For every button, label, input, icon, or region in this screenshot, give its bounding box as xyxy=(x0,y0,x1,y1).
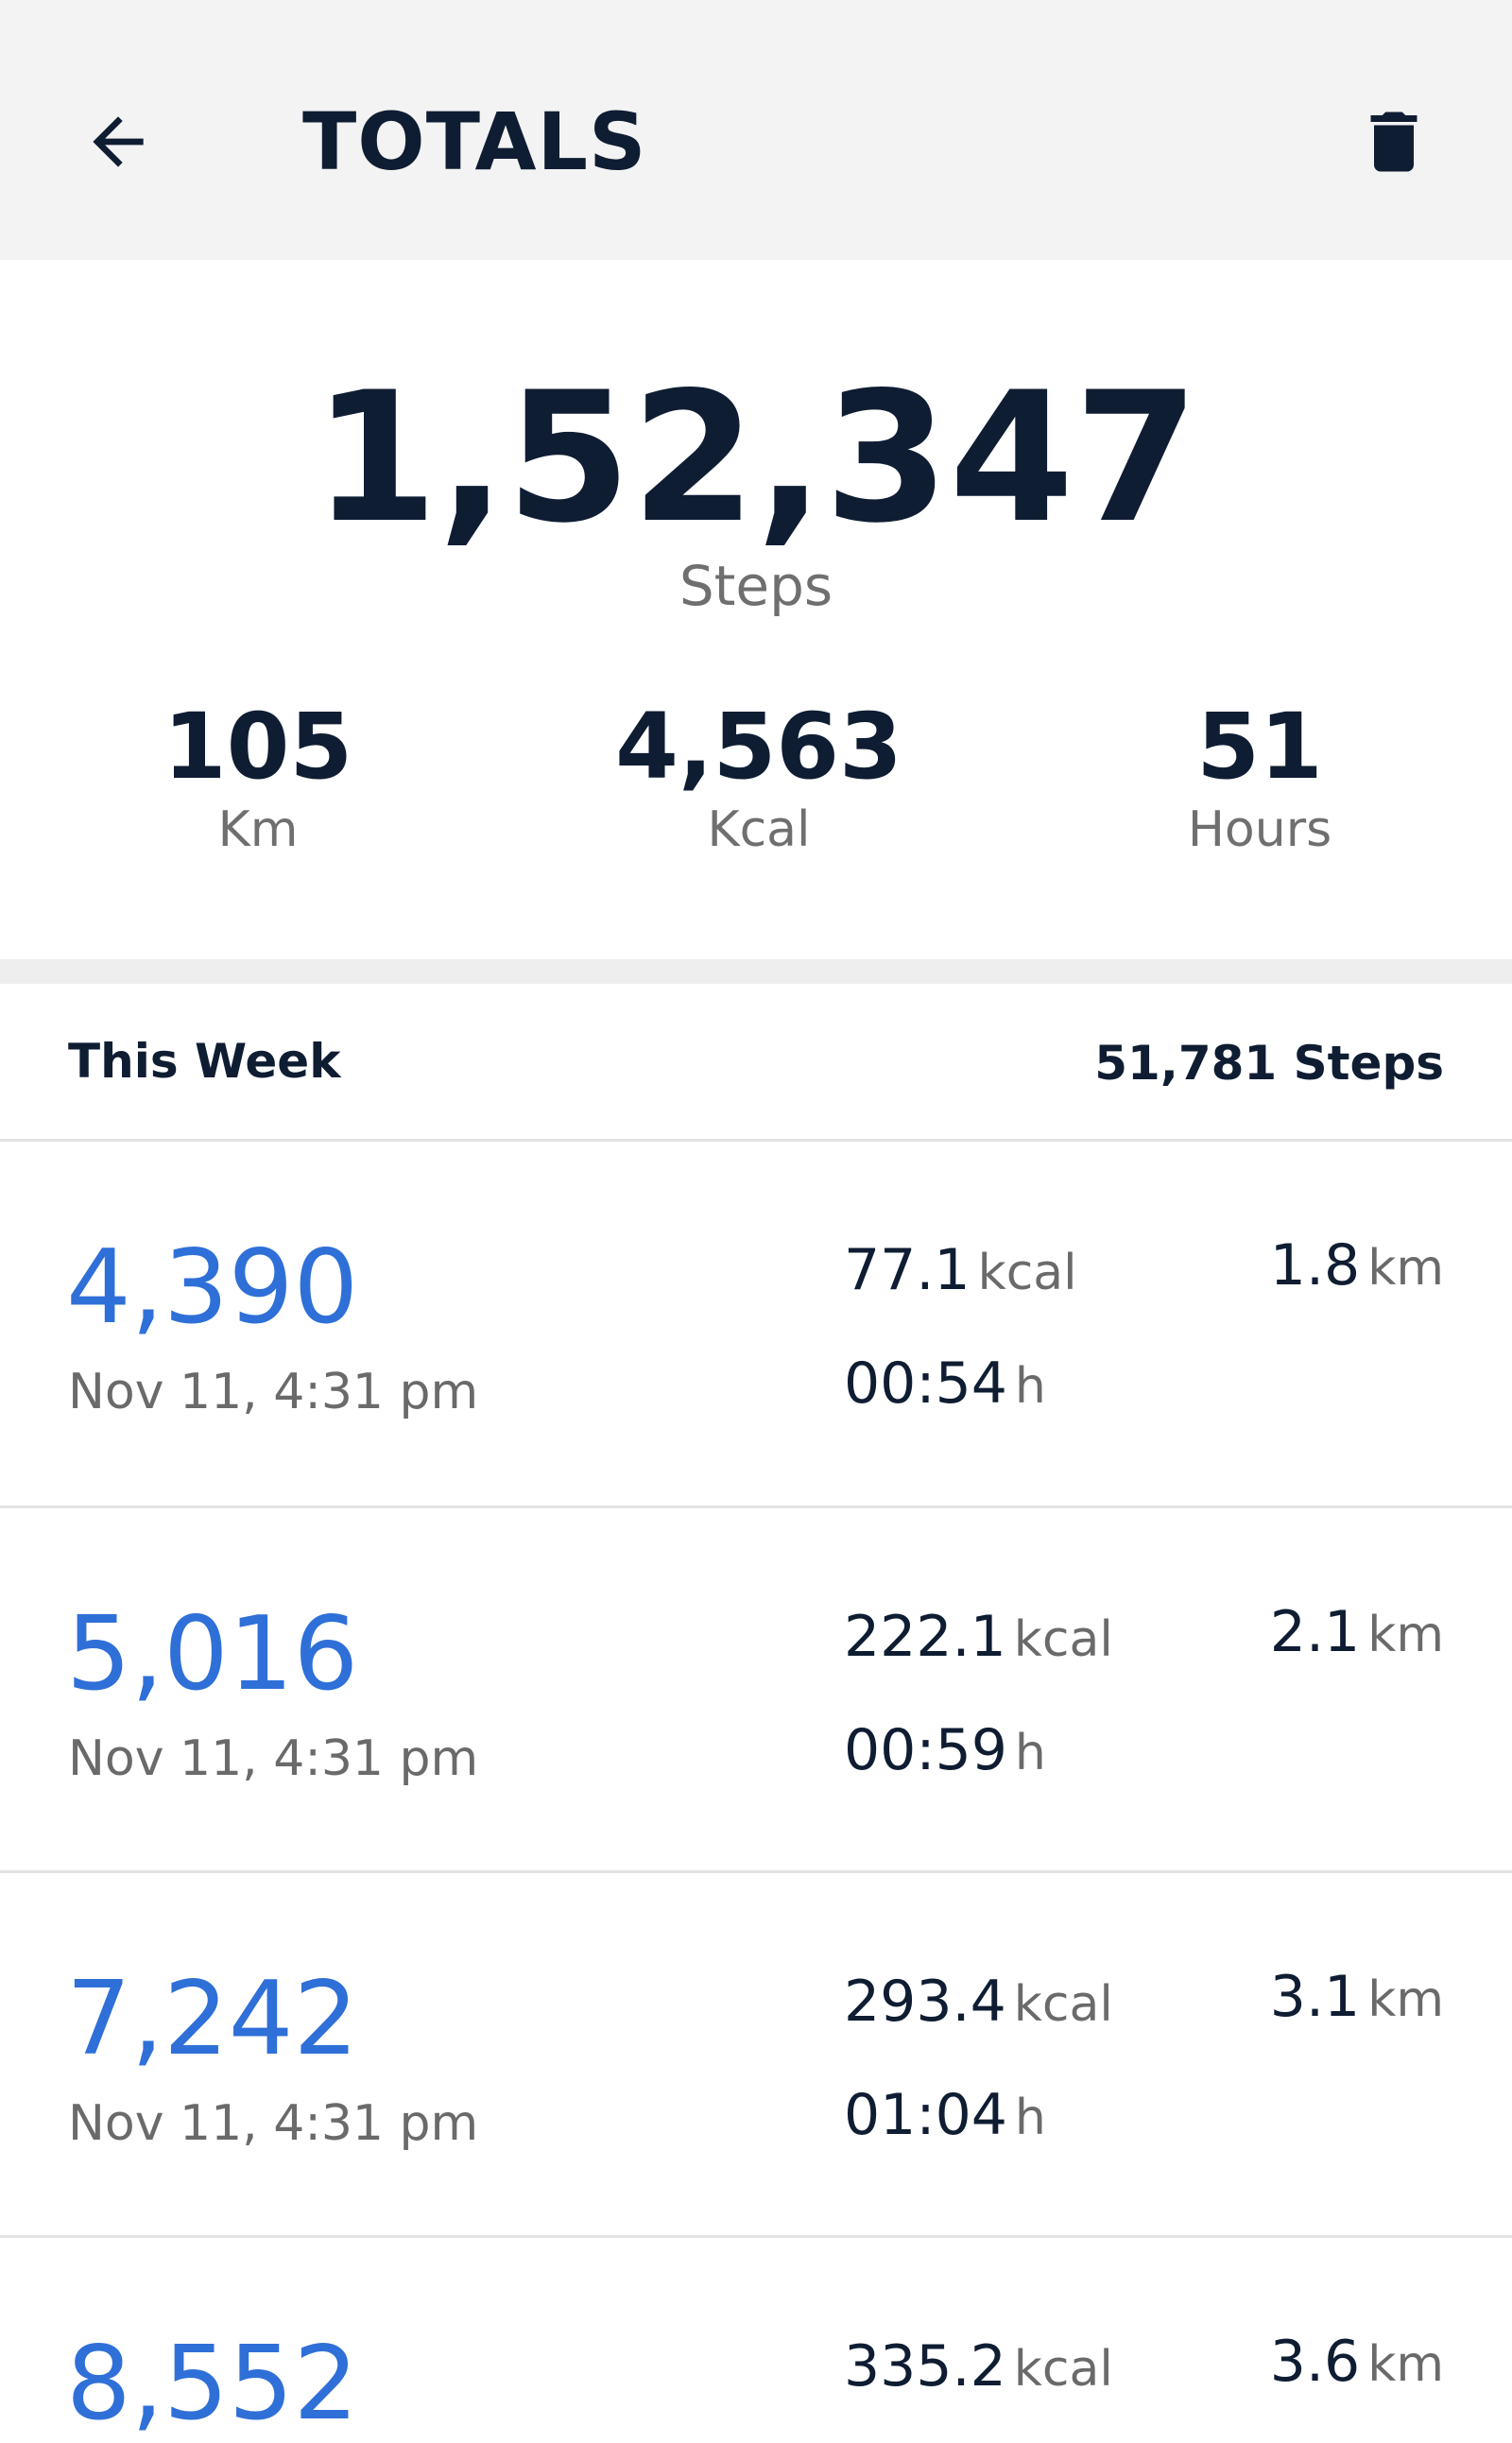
entry-date: Nov 11, 4:31 pm xyxy=(68,1730,479,1787)
entry-kcal: 335.2 kcal xyxy=(844,2332,1113,2403)
list-item[interactable]: 4,390 Nov 11, 4:31 pm 77.1 kcal 00:54 h 1.… xyxy=(0,1142,1512,1505)
entry-steps: 8,552 xyxy=(66,2325,359,2443)
app-bar: TOTALS xyxy=(0,0,1512,260)
entry-kcal-unit: kcal xyxy=(977,1245,1077,1301)
entry-time: 00:54 h xyxy=(844,1350,1046,1420)
stat-unit: Kcal xyxy=(707,801,811,858)
entry-time-value: 01:04 xyxy=(844,2082,1007,2148)
back-button[interactable] xyxy=(66,90,170,194)
entry-time-unit: h xyxy=(1014,1358,1046,1415)
entry-steps: 5,016 xyxy=(66,1595,359,1713)
entry-km: 3.6 km xyxy=(1270,2328,1444,2399)
entry-kcal-value: 77.1 xyxy=(844,1237,971,1303)
totals-summary: 1,52,347 Steps 105 Km 4,563 Kcal 51 Hour… xyxy=(0,260,1512,959)
stat-unit: Hours xyxy=(1187,801,1332,858)
entry-kcal: 77.1 kcal xyxy=(844,1236,1077,1307)
total-steps-value: 1,52,347 xyxy=(313,353,1199,562)
arrow-left-icon xyxy=(93,116,144,167)
entry-kcal-unit: kcal xyxy=(1013,1976,1113,2033)
page-title: TOTALS xyxy=(302,95,647,188)
entry-kcal-value: 293.4 xyxy=(844,1969,1006,2035)
entry-date: Nov 11, 4:31 pm xyxy=(68,1364,479,1420)
entry-steps: 4,390 xyxy=(66,1229,359,1347)
stat-hours: 51 Hours xyxy=(1023,695,1496,861)
entry-km-value: 1.8 xyxy=(1269,1232,1361,1299)
stat-value: 4,563 xyxy=(615,694,902,800)
entry-date: Nov 11, 4:31 pm xyxy=(68,2095,479,2152)
entry-time: 01:04 h xyxy=(844,2081,1046,2152)
list-item[interactable]: 7,242 Nov 11, 4:31 pm 293.4 kcal 01:04 h 3… xyxy=(0,1873,1512,2237)
entry-kcal: 293.4 kcal xyxy=(844,1968,1113,2039)
stat-unit: Km xyxy=(217,801,299,858)
delete-button[interactable] xyxy=(1342,90,1446,194)
entry-km: 1.8 km xyxy=(1270,1231,1444,1302)
entry-kcal-value: 222.1 xyxy=(844,1604,1006,1670)
entry-steps: 7,242 xyxy=(66,1960,359,2078)
entry-km: 3.1 km xyxy=(1270,1963,1444,2034)
entry-km-value: 3.1 xyxy=(1269,1964,1361,2030)
stat-distance: 105 Km xyxy=(22,695,494,861)
entry-time-unit: h xyxy=(1014,2090,1046,2146)
entry-kcal: 222.1 kcal xyxy=(844,1603,1113,1674)
list-item[interactable]: 5,016 Nov 11, 4:31 pm 222.1 kcal 00:59 h 2… xyxy=(0,1508,1512,1872)
week-label: This Week xyxy=(68,1034,341,1089)
trash-icon xyxy=(1370,112,1418,172)
entry-km-unit: km xyxy=(1367,2336,1444,2393)
entry-kcal-unit: kcal xyxy=(1013,2341,1113,2398)
entry-time: 00:59 h xyxy=(844,1716,1046,1787)
week-total-steps: 51,781 Steps xyxy=(1094,1036,1444,1091)
entry-km-unit: km xyxy=(1367,1971,1444,2028)
entry-km-unit: km xyxy=(1367,1607,1444,1663)
list-item[interactable]: 8,552 335.2 kcal 3.6 km xyxy=(0,2238,1512,2441)
week-header: This Week 51,781 Steps xyxy=(0,984,1512,1140)
entry-km-value: 3.6 xyxy=(1269,2329,1361,2395)
total-steps-label: Steps xyxy=(679,554,833,618)
stat-value: 105 xyxy=(163,694,353,800)
entry-km-unit: km xyxy=(1367,1240,1444,1297)
section-divider xyxy=(0,959,1512,984)
entry-time-unit: h xyxy=(1014,1725,1046,1781)
entry-km: 2.1 km xyxy=(1270,1598,1444,1669)
entry-km-value: 2.1 xyxy=(1269,1599,1361,1665)
stat-value: 51 xyxy=(1196,694,1323,800)
entry-time-value: 00:59 xyxy=(844,1717,1007,1783)
entry-time-value: 00:54 xyxy=(844,1351,1007,1417)
entry-kcal-value: 335.2 xyxy=(844,2333,1006,2400)
entry-kcal-unit: kcal xyxy=(1013,1611,1113,1668)
stat-calories: 4,563 Kcal xyxy=(523,695,995,861)
